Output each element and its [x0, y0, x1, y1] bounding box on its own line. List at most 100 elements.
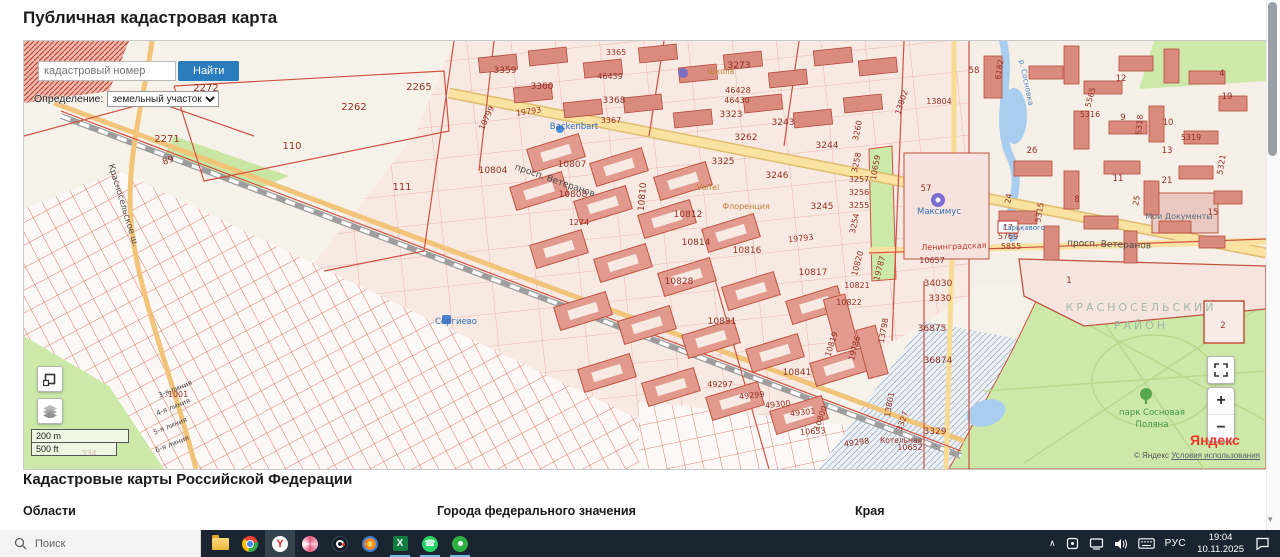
copyright-text: © Яндекс	[1134, 451, 1169, 460]
taskbar-icons: Y X☎	[205, 530, 475, 557]
svg-text:Котельная: Котельная	[880, 436, 922, 445]
file-explorer-icon[interactable]	[205, 530, 235, 557]
svg-text:10828: 10828	[665, 277, 694, 287]
tray-keyboard-icon[interactable]	[1133, 530, 1160, 557]
svg-text:57: 57	[921, 184, 932, 194]
svg-text:2: 2	[1220, 321, 1225, 331]
cadastral-map[interactable]: 2272226522622271110111893359336033654643…	[23, 40, 1267, 470]
svg-text:5316: 5316	[1080, 110, 1100, 119]
scrollbar-down-arrow[interactable]: ▾	[1268, 514, 1273, 525]
page-title: Публичная кадастровая карта	[23, 8, 277, 28]
tray-time: 19:04	[1197, 532, 1244, 543]
taskbar: Поиск Y X☎ ∧ РУС 19:04 10.11.2025	[0, 530, 1280, 557]
svg-text:10653: 10653	[800, 426, 826, 437]
svg-text:3330: 3330	[929, 294, 952, 304]
svg-text:3245: 3245	[811, 202, 834, 212]
svg-text:25: 25	[1131, 195, 1142, 207]
svg-text:3243: 3243	[772, 118, 795, 128]
svg-text:2271: 2271	[154, 134, 179, 145]
svg-text:5318: 5318	[1134, 114, 1145, 135]
svg-text:3255: 3255	[849, 201, 869, 210]
svg-text:3329: 3329	[924, 427, 947, 437]
svg-text:12: 12	[1116, 74, 1127, 84]
svg-text:10812: 10812	[674, 210, 703, 220]
svg-text:РАЙОН: РАЙОН	[1114, 319, 1168, 332]
svg-text:9: 9	[1120, 113, 1125, 123]
terms-link[interactable]: Условия использования	[1171, 451, 1260, 460]
record-app-icon[interactable]	[325, 530, 355, 557]
flower-app-icon[interactable]	[355, 530, 385, 557]
tray-volume-icon[interactable]	[1109, 530, 1133, 557]
svg-text:Vaffel: Vaffel	[697, 183, 719, 192]
svg-text:3257: 3257	[849, 175, 869, 184]
svg-text:10814: 10814	[682, 238, 711, 248]
system-tray: ∧ РУС 19:04 10.11.2025	[1044, 530, 1280, 557]
map-attribution: © Яндекс Условия использования	[1134, 451, 1260, 460]
desktop-screen: { "page": { "title": "Публичная кадастро…	[0, 0, 1280, 557]
yandex-logo[interactable]: Яндекс	[1190, 432, 1240, 448]
whatsapp-icon[interactable]: ☎	[415, 530, 445, 557]
search-button[interactable]: Найти	[178, 61, 239, 81]
scale-bar: 200 m 500 ft	[31, 429, 129, 456]
svg-text:10841: 10841	[783, 368, 812, 378]
svg-text:Сергиево: Сергиево	[435, 317, 477, 327]
svg-text:Гарькавого: Гарькавого	[1003, 224, 1045, 232]
filter-select[interactable]: земельный участок	[107, 91, 219, 107]
svg-text:24: 24	[1003, 193, 1014, 205]
yandex-browser-icon[interactable]: Y	[265, 530, 295, 557]
tray-network-icon[interactable]	[1084, 530, 1109, 557]
svg-text:10822: 10822	[836, 298, 861, 307]
svg-text:3360: 3360	[531, 82, 554, 92]
measure-tool-button[interactable]	[37, 366, 63, 392]
scrollbar-thumb[interactable]	[1268, 2, 1277, 156]
svg-text:10807: 10807	[558, 160, 587, 170]
svg-text:3246: 3246	[766, 171, 789, 181]
svg-text:3244: 3244	[816, 141, 839, 151]
svg-text:Школа: Школа	[708, 67, 735, 76]
tray-clock[interactable]: 19:04 10.11.2025	[1191, 532, 1250, 555]
svg-text:13804: 13804	[926, 97, 951, 106]
column-heading-2: Края	[855, 504, 885, 518]
fullscreen-button[interactable]	[1207, 356, 1235, 384]
svg-text:10657: 10657	[919, 256, 944, 265]
svg-text:46428: 46428	[725, 86, 750, 95]
search-input[interactable]	[38, 61, 176, 81]
tray-language[interactable]: РУС	[1160, 530, 1192, 557]
fullscreen-icon	[1214, 363, 1228, 377]
svg-text:46430: 46430	[724, 96, 749, 105]
map-filter: Определение: земельный участок	[34, 91, 219, 107]
scale-metric: 200 m	[31, 429, 129, 443]
taskbar-search-placeholder: Поиск	[35, 538, 65, 550]
svg-text:КРАСНОСЕЛЬСКИЙ: КРАСНОСЕЛЬСКИЙ	[1066, 301, 1217, 314]
svg-text:110: 110	[282, 141, 301, 152]
svg-text:3262: 3262	[735, 133, 758, 143]
svg-text:2265: 2265	[406, 82, 431, 93]
svg-text:10: 10	[1163, 118, 1174, 128]
svg-text:Мои Документы: Мои Документы	[1145, 212, 1212, 221]
chrome-icon[interactable]	[235, 530, 265, 557]
svg-text:парк Сосновая: парк Сосновая	[1119, 408, 1185, 418]
svg-text:21: 21	[1162, 176, 1173, 186]
tray-date: 10.11.2025	[1197, 544, 1244, 555]
map-search-bar: Найти	[38, 61, 239, 81]
svg-text:26: 26	[1027, 146, 1038, 156]
svg-text:3367: 3367	[601, 116, 621, 125]
taskbar-search[interactable]: Поиск	[0, 530, 201, 557]
svg-text:111: 111	[392, 182, 411, 193]
green-messenger-icon[interactable]	[445, 530, 475, 557]
svg-text:4: 4	[1219, 69, 1224, 79]
zoom-in-button[interactable]: +	[1208, 388, 1234, 415]
svg-text:10804: 10804	[479, 166, 508, 176]
excel-icon[interactable]: X	[385, 530, 415, 557]
pink-app-icon[interactable]	[295, 530, 325, 557]
svg-text:5855: 5855	[1001, 242, 1021, 251]
action-center-icon[interactable]	[1250, 530, 1280, 557]
svg-text:10821: 10821	[844, 281, 869, 290]
svg-text:5319: 5319	[1181, 133, 1201, 142]
svg-text:36875: 36875	[918, 324, 947, 334]
tray-update-icon[interactable]	[1061, 530, 1084, 557]
layers-button[interactable]	[37, 398, 63, 424]
svg-text:34030: 34030	[924, 279, 953, 289]
svg-text:8: 8	[1074, 195, 1079, 205]
tray-chevron-up-icon[interactable]: ∧	[1044, 530, 1061, 557]
